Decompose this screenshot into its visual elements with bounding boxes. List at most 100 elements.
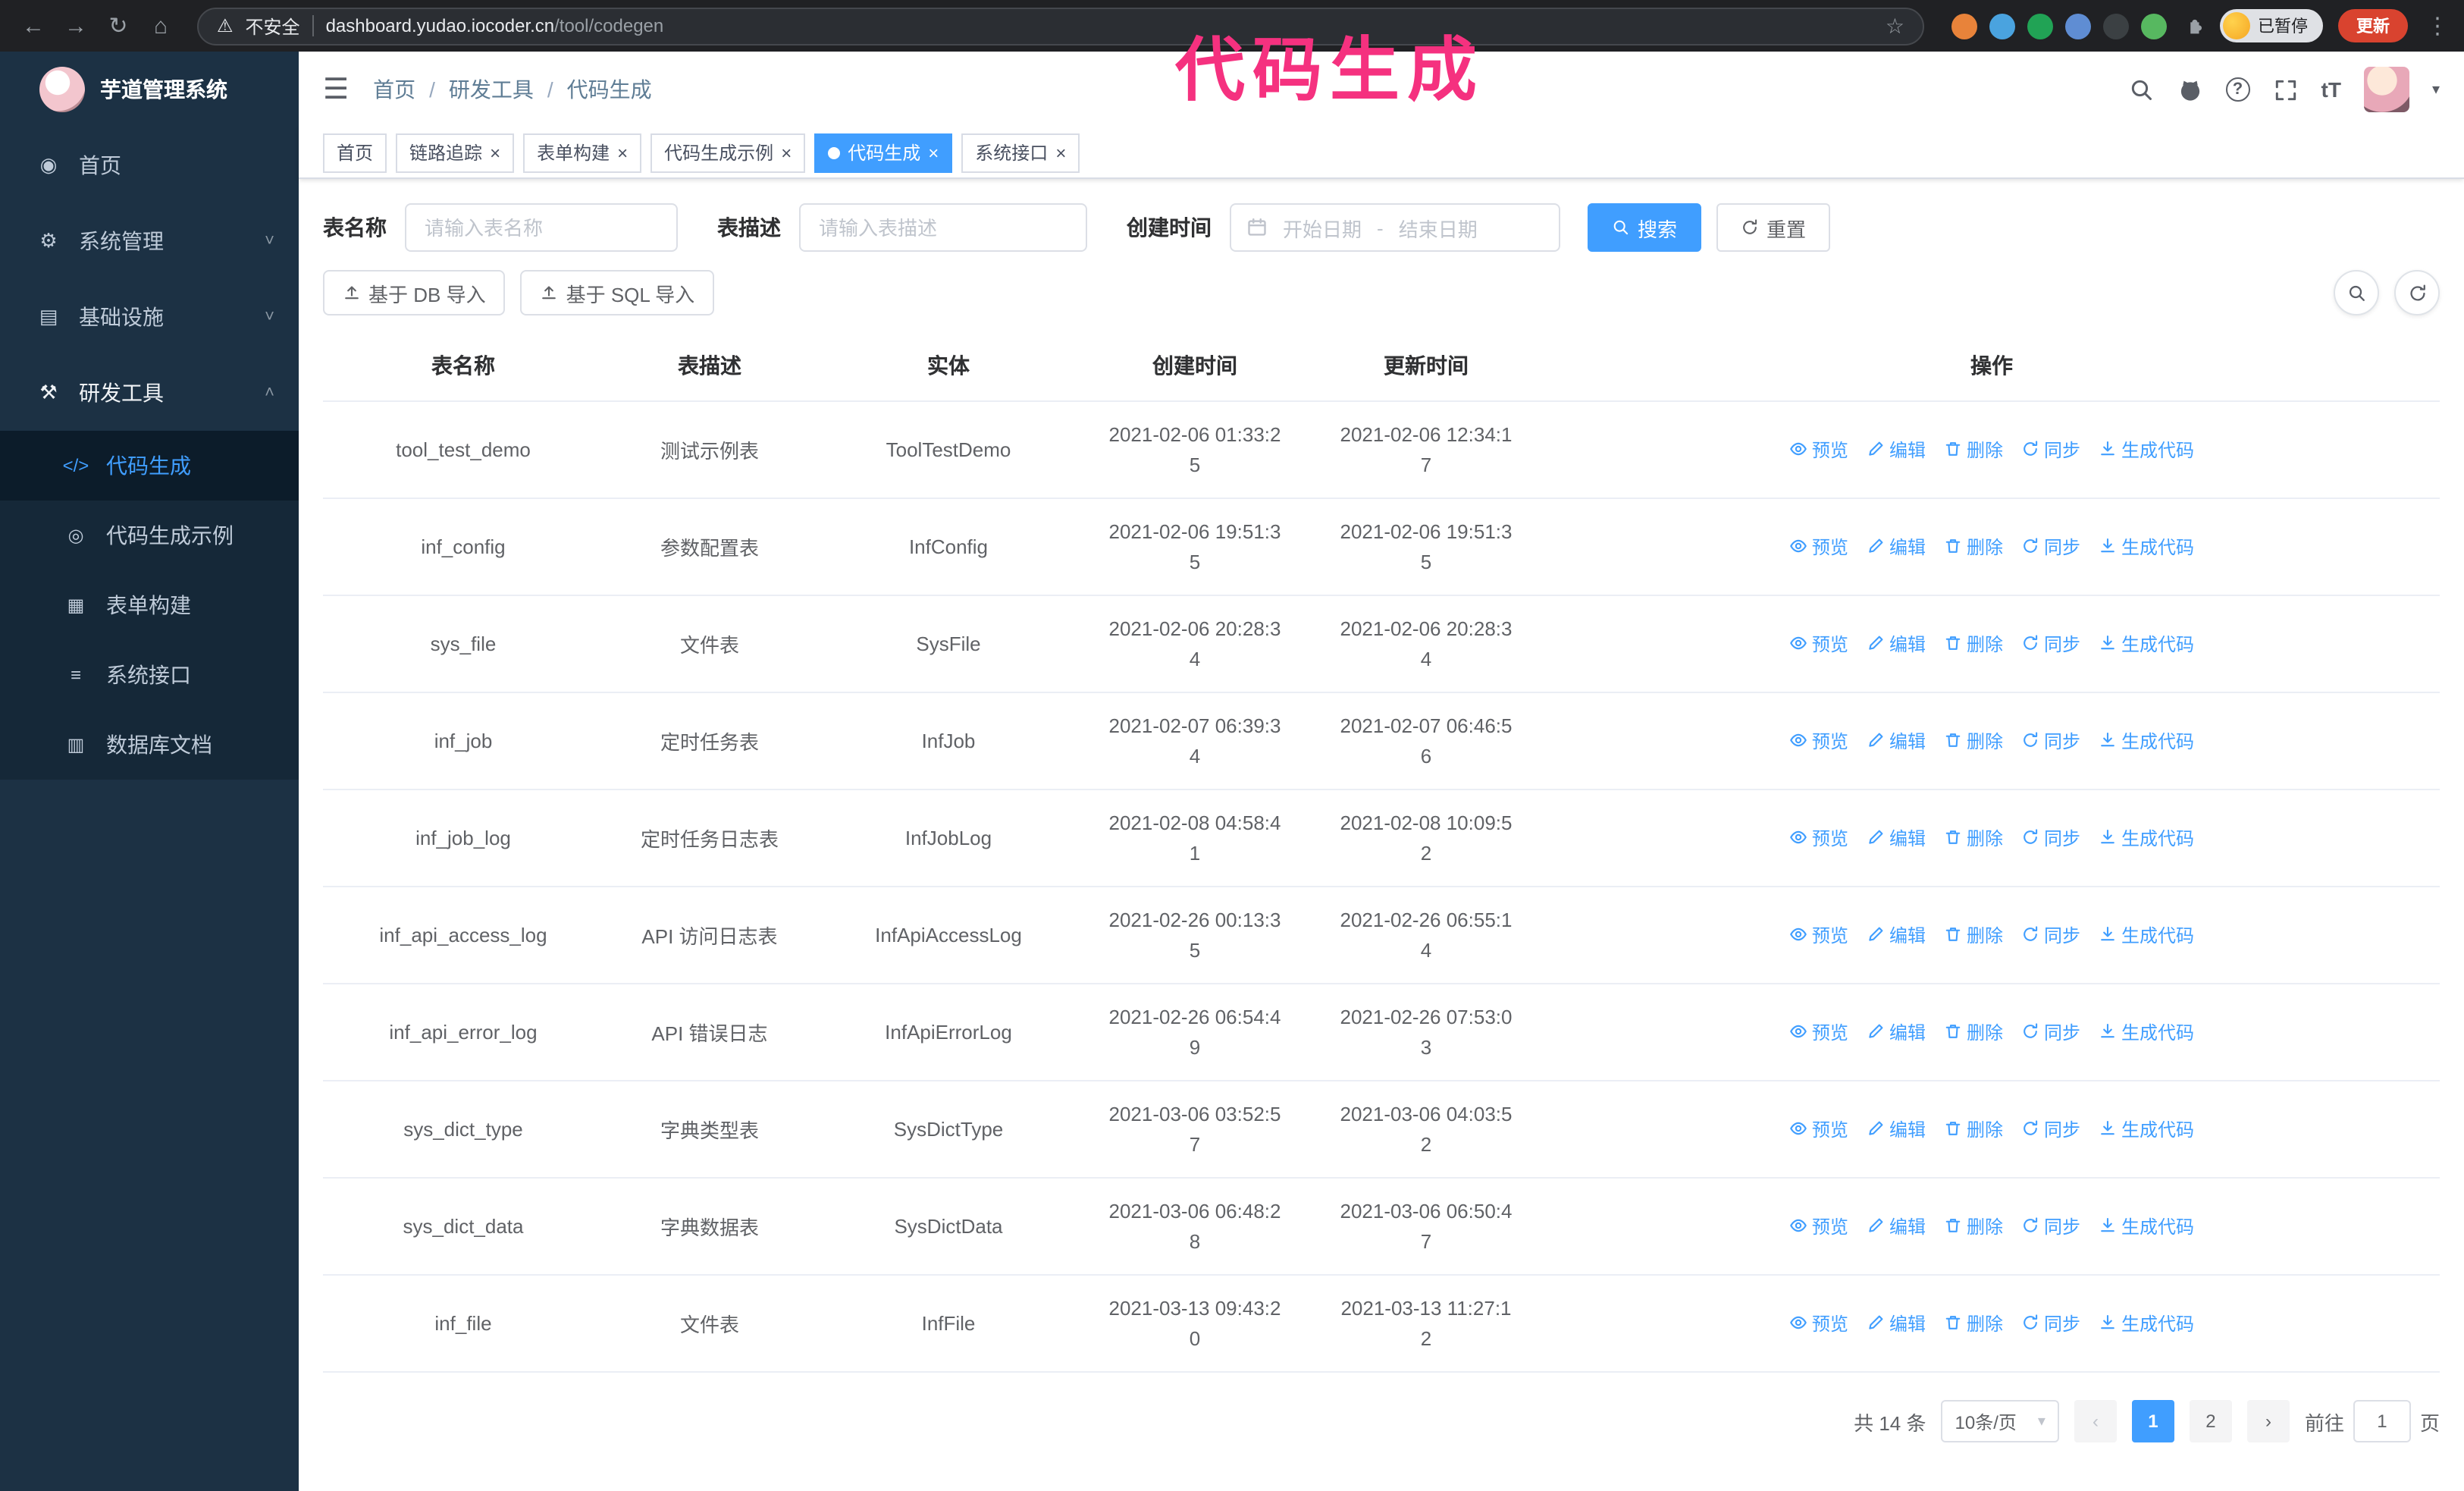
search-button[interactable]: 搜索: [1588, 203, 1702, 252]
action-sync[interactable]: 同步: [2021, 825, 2080, 851]
paused-badge[interactable]: 已暂停: [2220, 9, 2323, 42]
github-icon[interactable]: [2177, 77, 2203, 102]
user-avatar[interactable]: [2363, 67, 2409, 112]
sidebar-subitem[interactable]: ▥ 数据库文档: [0, 710, 299, 780]
action-download[interactable]: 生成代码: [2099, 1019, 2194, 1045]
tab-0[interactable]: 首页: [323, 133, 387, 172]
action-edit[interactable]: 编辑: [1867, 1213, 1926, 1239]
logo[interactable]: 芋道管理系统: [0, 52, 299, 127]
import-sql-button[interactable]: 基于 SQL 导入: [520, 270, 715, 315]
action-trash[interactable]: 删除: [1944, 1311, 2003, 1336]
action-edit[interactable]: 编辑: [1867, 728, 1926, 754]
breadcrumb-item[interactable]: 研发工具: [449, 74, 534, 105]
help-icon[interactable]: ?: [2225, 77, 2250, 102]
action-eye[interactable]: 预览: [1789, 437, 1848, 463]
action-trash[interactable]: 删除: [1944, 631, 2003, 657]
hamburger-icon[interactable]: ☰: [323, 72, 349, 107]
action-eye[interactable]: 预览: [1789, 1019, 1848, 1045]
extension-icon[interactable]: [1989, 13, 2015, 39]
action-trash[interactable]: 删除: [1944, 1213, 2003, 1239]
extensions-puzzle-icon[interactable]: [2182, 14, 2205, 37]
action-download[interactable]: 生成代码: [2099, 1116, 2194, 1142]
sidebar-subitem[interactable]: </> 代码生成: [0, 431, 299, 501]
sidebar-item[interactable]: ⚙ 系统管理 ˅: [0, 203, 299, 279]
action-sync[interactable]: 同步: [2021, 1116, 2080, 1142]
table-name-input[interactable]: [405, 203, 678, 252]
extension-icon[interactable]: [2065, 13, 2091, 39]
action-trash[interactable]: 删除: [1944, 534, 2003, 560]
action-edit[interactable]: 编辑: [1867, 1311, 1926, 1336]
action-eye[interactable]: 预览: [1789, 1213, 1848, 1239]
action-trash[interactable]: 删除: [1944, 1116, 2003, 1142]
action-eye[interactable]: 预览: [1789, 825, 1848, 851]
close-icon[interactable]: ×: [781, 143, 792, 162]
action-sync[interactable]: 同步: [2021, 922, 2080, 948]
action-sync[interactable]: 同步: [2021, 631, 2080, 657]
close-icon[interactable]: ×: [490, 143, 500, 162]
action-trash[interactable]: 删除: [1944, 728, 2003, 754]
action-sync[interactable]: 同步: [2021, 1311, 2080, 1336]
tab-5[interactable]: 系统接口 ×: [961, 133, 1080, 172]
close-icon[interactable]: ×: [617, 143, 628, 162]
action-eye[interactable]: 预览: [1789, 534, 1848, 560]
refresh-icon[interactable]: ↻: [100, 8, 136, 44]
tab-1[interactable]: 链路追踪 ×: [396, 133, 515, 172]
action-trash[interactable]: 删除: [1944, 437, 2003, 463]
action-sync[interactable]: 同步: [2021, 1213, 2080, 1239]
action-trash[interactable]: 删除: [1944, 1019, 2003, 1045]
sidebar-subitem[interactable]: ▦ 表单构建: [0, 570, 299, 640]
action-sync[interactable]: 同步: [2021, 534, 2080, 560]
reset-button[interactable]: 重置: [1716, 203, 1831, 252]
prev-page-button[interactable]: ‹: [2074, 1400, 2117, 1442]
home-icon[interactable]: ⌂: [143, 8, 179, 44]
action-edit[interactable]: 编辑: [1867, 631, 1926, 657]
sidebar-item[interactable]: ◉ 首页: [0, 127, 299, 203]
extension-icon[interactable]: [2141, 13, 2167, 39]
chevron-down-icon[interactable]: ▾: [2432, 81, 2440, 98]
update-button[interactable]: 更新: [2338, 9, 2408, 42]
action-eye[interactable]: 预览: [1789, 1116, 1848, 1142]
action-sync[interactable]: 同步: [2021, 437, 2080, 463]
action-download[interactable]: 生成代码: [2099, 1213, 2194, 1239]
action-trash[interactable]: 删除: [1944, 922, 2003, 948]
action-sync[interactable]: 同步: [2021, 728, 2080, 754]
tab-2[interactable]: 表单构建 ×: [523, 133, 642, 172]
action-download[interactable]: 生成代码: [2099, 437, 2194, 463]
extension-icon[interactable]: [2103, 13, 2129, 39]
action-download[interactable]: 生成代码: [2099, 534, 2194, 560]
action-edit[interactable]: 编辑: [1867, 534, 1926, 560]
sidebar-subitem[interactable]: ≡ 系统接口: [0, 640, 299, 710]
action-eye[interactable]: 预览: [1789, 728, 1848, 754]
action-download[interactable]: 生成代码: [2099, 922, 2194, 948]
font-size-icon[interactable]: tT: [2321, 77, 2341, 102]
table-desc-input[interactable]: [799, 203, 1087, 252]
sidebar-item[interactable]: ▤ 基础设施 ˅: [0, 279, 299, 355]
breadcrumb-item[interactable]: 代码生成: [567, 74, 652, 105]
address-bar[interactable]: ⚠ 不安全 dashboard.yudao.iocoder.cn/tool/co…: [197, 7, 1924, 45]
page-button-2[interactable]: 2: [2189, 1400, 2232, 1442]
action-edit[interactable]: 编辑: [1867, 1116, 1926, 1142]
back-arrow-icon[interactable]: ←: [15, 8, 52, 44]
breadcrumb-item[interactable]: 首页: [373, 74, 415, 105]
action-eye[interactable]: 预览: [1789, 1311, 1848, 1336]
sidebar-item[interactable]: ⚒ 研发工具 ˄: [0, 355, 299, 431]
action-download[interactable]: 生成代码: [2099, 825, 2194, 851]
action-eye[interactable]: 预览: [1789, 922, 1848, 948]
action-download[interactable]: 生成代码: [2099, 728, 2194, 754]
tab-3[interactable]: 代码生成示例 ×: [650, 133, 806, 172]
browser-menu-icon[interactable]: ⋮: [2426, 12, 2449, 39]
fullscreen-icon[interactable]: [2273, 77, 2299, 102]
action-edit[interactable]: 编辑: [1867, 1019, 1926, 1045]
action-edit[interactable]: 编辑: [1867, 437, 1926, 463]
action-trash[interactable]: 删除: [1944, 825, 2003, 851]
bookmark-star-icon[interactable]: ☆: [1886, 13, 1904, 39]
date-range-picker[interactable]: 开始日期 - 结束日期: [1230, 203, 1560, 252]
next-page-button[interactable]: ›: [2246, 1400, 2290, 1442]
sidebar-subitem[interactable]: ◎ 代码生成示例: [0, 501, 299, 570]
tab-4[interactable]: 代码生成 ×: [814, 133, 953, 172]
extension-icon[interactable]: [1951, 13, 1977, 39]
page-size-select[interactable]: 10条/页 ▾: [1941, 1400, 2059, 1442]
page-button-1[interactable]: 1: [2131, 1400, 2174, 1442]
close-icon[interactable]: ×: [928, 143, 939, 162]
action-eye[interactable]: 预览: [1789, 631, 1848, 657]
